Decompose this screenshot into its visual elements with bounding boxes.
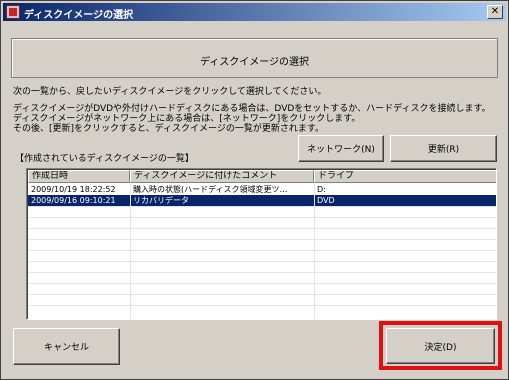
network-button[interactable]: ネットワーク(N) [298, 135, 384, 162]
column-header-drive[interactable]: ドライブ [314, 170, 496, 183]
title-bar[interactable]: ディスクイメージの選択 ✕ [3, 3, 506, 21]
row-comment: リカバリデータ [133, 196, 189, 205]
grid-line [28, 272, 496, 273]
grid-line [28, 217, 496, 218]
disk-image-list[interactable]: 作成日時 ディスクイメージに付けたコメント ドライブ 2009/10/19 18… [26, 168, 497, 320]
image-list-label: 【作成されているディスクイメージの一覧】 [15, 154, 194, 164]
grid-line [28, 206, 496, 207]
cancel-button[interactable]: キャンセル [13, 328, 120, 365]
row-date: 2009/09/16 09:10:21 [31, 196, 116, 205]
ok-button-highlight [379, 321, 502, 370]
refresh-button[interactable]: 更新(R) [390, 135, 497, 162]
grid-line [28, 294, 496, 295]
column-header-comment[interactable]: ディスクイメージに付けたコメント [130, 170, 314, 183]
column-header-date[interactable]: 作成日時 [28, 170, 130, 183]
table-row[interactable]: 2009/10/19 18:22:52 購入時の状態(ハードディスク領域変更ツ…… [28, 184, 496, 195]
grid-line [28, 250, 496, 251]
list-header: 作成日時 ディスクイメージに付けたコメント ドライブ [28, 170, 496, 183]
grid-line [314, 183, 315, 319]
row-comment: 購入時の状態(ハードディスク領域変更ツ… [133, 185, 288, 194]
window-title: ディスクイメージの選択 [24, 10, 134, 21]
disk-image-dialog: ディスクイメージの選択 ✕ ディスクイメージの選択 次の一覧から、戻したいディス… [0, 0, 509, 380]
grid-line [28, 228, 496, 229]
table-row-selected[interactable]: 2009/09/16 09:10:21 リカバリデータ DVD [28, 195, 496, 206]
row-date: 2009/10/19 18:22:52 [31, 185, 116, 194]
grid-line [28, 305, 496, 306]
grid-line [28, 261, 496, 262]
header-panel: ディスクイメージの選択 [11, 38, 498, 78]
app-icon [6, 5, 20, 19]
grid-line [28, 283, 496, 284]
instruction-select: 次の一覧から、戻したいディスクイメージをクリックして選択してください。 [13, 87, 327, 97]
row-drive: D: [317, 185, 326, 194]
header-title: ディスクイメージの選択 [199, 57, 310, 68]
row-drive: DVD [317, 196, 335, 205]
grid-line [28, 239, 496, 240]
close-button[interactable]: ✕ [487, 5, 503, 19]
grid-line [130, 183, 131, 319]
instruction-refresh: その後、[更新]をクリックすると、ディスクイメージの一覧が更新されます。 [13, 124, 324, 134]
